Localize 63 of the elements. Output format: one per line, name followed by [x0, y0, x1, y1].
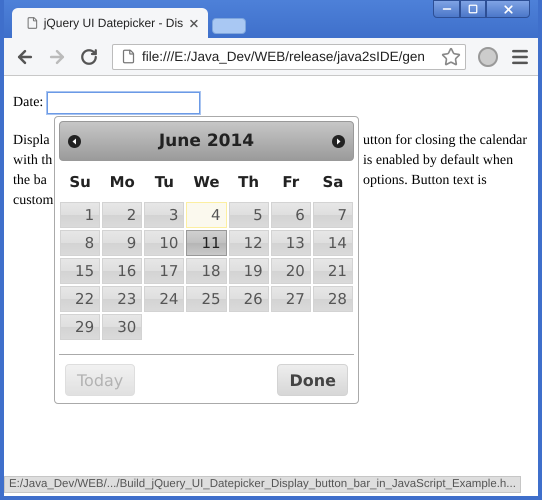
day-cell[interactable]: 20 [270, 258, 311, 284]
day-cell[interactable]: 8 [60, 230, 100, 256]
day-cell[interactable]: 12 [228, 230, 269, 256]
day-cell[interactable]: 7 [312, 202, 353, 228]
day-cell[interactable]: 24 [144, 286, 184, 312]
minimize-button[interactable] [433, 0, 460, 18]
day-cell[interactable]: 5 [228, 202, 269, 228]
day-cell[interactable]: 22 [60, 286, 100, 312]
day-cell[interactable]: 9 [102, 230, 142, 256]
paragraph-text: utton for closing the calendar [363, 132, 528, 150]
day-cell[interactable]: 6 [270, 202, 311, 228]
paragraph-text: Displa [13, 133, 50, 148]
day-cell[interactable]: 26 [228, 286, 269, 312]
weekday-label: Mo [108, 172, 136, 193]
day-cell[interactable]: 23 [102, 286, 142, 312]
date-label: Date: [13, 95, 44, 111]
page-icon [121, 49, 136, 64]
day-cell[interactable]: 16 [102, 258, 142, 284]
close-window-button[interactable] [486, 0, 530, 18]
day-cell[interactable]: 27 [270, 286, 311, 312]
paragraph-text: with th [13, 153, 52, 168]
day-cell[interactable]: 25 [186, 286, 227, 312]
done-button[interactable]: Done [277, 364, 348, 396]
day-cell[interactable]: 21 [312, 258, 353, 284]
next-month-icon[interactable] [332, 134, 345, 148]
day-cell[interactable]: 17 [144, 258, 184, 284]
paragraph-text: options. Button text is [363, 172, 487, 190]
weekday-label: Su [68, 172, 92, 193]
day-cell[interactable]: 28 [312, 286, 353, 312]
day-cell[interactable]: 3 [144, 202, 184, 228]
paragraph-text: custom [13, 193, 54, 208]
day-cell[interactable]: 13 [270, 230, 311, 256]
day-cell[interactable]: 14 [312, 230, 353, 256]
weekday-label: Tu [154, 172, 175, 193]
close-icon [502, 2, 514, 16]
maximize-icon [468, 4, 478, 14]
day-cell[interactable]: 30 [102, 314, 142, 340]
weekday-label: Th [237, 172, 260, 193]
bookmark-star-icon[interactable] [441, 46, 461, 66]
day-cell[interactable]: 2 [102, 202, 142, 228]
month-title: June 2014 [158, 131, 254, 151]
weekday-label: We [192, 172, 221, 193]
day-cell[interactable]: 4 [186, 202, 227, 228]
day-cell[interactable]: 15 [60, 258, 100, 284]
day-cell[interactable]: 18 [186, 258, 227, 284]
day-cell[interactable]: 29 [60, 314, 100, 340]
day-cell[interactable]: 19 [228, 258, 269, 284]
weekday-label: Sa [321, 172, 344, 193]
day-cell[interactable]: 10 [144, 230, 184, 256]
extension-icon[interactable] [478, 46, 498, 66]
page-icon [26, 16, 39, 30]
maximize-button[interactable] [460, 0, 486, 18]
date-input-field[interactable] [47, 92, 200, 114]
paragraph-text: the ba [13, 173, 47, 188]
paragraph-text: is enabled by default when [363, 152, 514, 170]
prev-month-icon[interactable] [68, 134, 81, 148]
status-bar: E:/Java_Dev/WEB/.../Build_jQuery_UI_Datepicker_Display_button_bar_in_JavaScript_Example.h... [4, 476, 521, 493]
day-cell[interactable]: 1 [60, 202, 100, 228]
weekday-label: Fr [281, 172, 300, 193]
browser-tab[interactable]: jQuery UI Datepicker - Dis [12, 8, 208, 38]
reload-icon [80, 48, 98, 66]
day-cell[interactable]: 11 [186, 230, 227, 256]
address-bar[interactable]: file:///E:/Java_Dev/WEB/release/java2sIDE/gen [112, 44, 466, 70]
